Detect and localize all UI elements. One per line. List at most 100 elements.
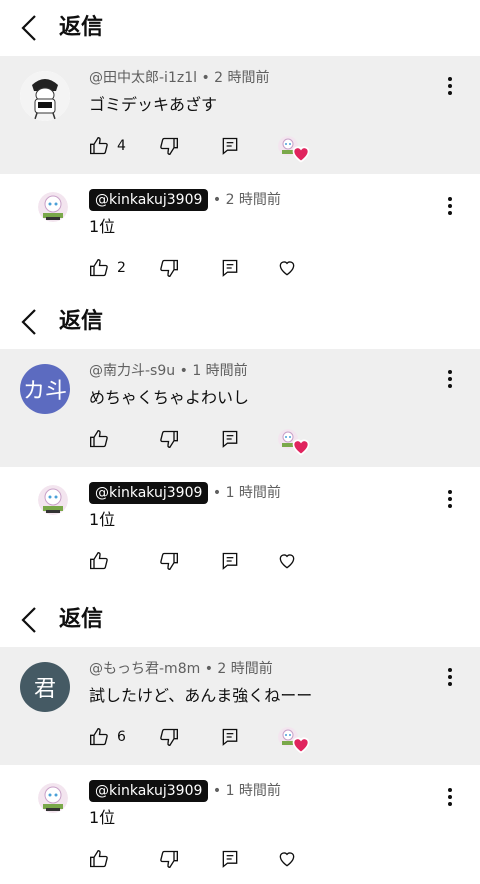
comment-author[interactable]: @もっち君-m8m <box>89 661 200 677</box>
reply-actions <box>89 848 319 870</box>
character-avatar-image <box>20 71 70 121</box>
reply-avatar[interactable] <box>38 192 68 222</box>
avatar-letter: カ斗 <box>22 379 67 404</box>
thumbs-up-icon <box>90 551 108 570</box>
like-button[interactable]: 4 <box>89 135 126 157</box>
separator: • <box>179 363 188 379</box>
reply-author-chip[interactable]: @kinkakuj3909 <box>89 780 209 802</box>
reply-author-chip[interactable]: @kinkakuj3909 <box>89 482 209 504</box>
dislike-button[interactable] <box>159 550 179 572</box>
like-count: 4 <box>117 138 126 154</box>
more-vert-icon[interactable] <box>440 667 460 687</box>
avatar[interactable]: カ斗 <box>20 364 70 414</box>
dislike-button[interactable] <box>159 257 179 279</box>
dislike-button[interactable] <box>159 428 179 450</box>
heart-icon <box>292 146 310 163</box>
dislike-button[interactable] <box>159 135 179 157</box>
reply-time: 2 時間前 <box>225 192 281 208</box>
reply-button[interactable] <box>220 848 240 870</box>
header-title: 返信 <box>59 15 104 40</box>
reply-header: 返信 <box>0 294 480 350</box>
reply-button[interactable] <box>220 726 240 748</box>
dislike-button[interactable] <box>159 726 179 748</box>
chevron-left-icon[interactable] <box>18 13 42 43</box>
reply-icon <box>222 552 238 570</box>
reply-header: 返信 <box>0 0 480 56</box>
separator: • <box>204 661 213 677</box>
reply-avatar[interactable] <box>38 485 68 515</box>
reply-button[interactable] <box>220 550 240 572</box>
reply-icon <box>222 430 238 448</box>
comment-author[interactable]: @南力斗-s9u <box>89 363 175 379</box>
reply-icon <box>222 728 238 746</box>
more-vert-icon[interactable] <box>440 787 460 807</box>
like-button[interactable]: 2 <box>89 257 126 279</box>
heart-button[interactable] <box>277 257 297 279</box>
comment-text: 試したけど、あんま強くねーー <box>89 686 313 705</box>
reply-actions <box>89 550 319 572</box>
character-avatar-image <box>38 783 68 813</box>
comment-author[interactable]: @田中太郎-i1z1l <box>89 70 197 86</box>
reply-button[interactable] <box>220 428 240 450</box>
comment-time: 2 時間前 <box>214 70 270 86</box>
more-vert-icon[interactable] <box>440 489 460 509</box>
reply-meta: @kinkakuj3909 • 2 時間前 <box>89 189 281 211</box>
thumbs-up-icon <box>90 258 108 277</box>
thumbs-up-icon <box>90 136 108 155</box>
reply-button[interactable] <box>220 257 240 279</box>
creator-heart-badge <box>278 428 310 456</box>
chevron-left-icon[interactable] <box>18 605 42 635</box>
like-button[interactable] <box>89 428 117 450</box>
comment-meta: @田中太郎-i1z1l • 2 時間前 <box>89 68 270 88</box>
reply-text: 1位 <box>89 217 116 236</box>
more-vert-icon[interactable] <box>440 196 460 216</box>
thumbs-down-icon <box>160 259 178 278</box>
heart-button[interactable] <box>277 550 297 572</box>
creator-heart-badge <box>278 135 310 163</box>
like-count: 2 <box>117 260 126 276</box>
dislike-button[interactable] <box>159 848 179 870</box>
thumbs-up-icon <box>90 727 108 746</box>
thumbs-down-icon <box>160 430 178 449</box>
reply-author-chip[interactable]: @kinkakuj3909 <box>89 189 209 211</box>
comment-time: 1 時間前 <box>192 363 248 379</box>
more-vert-icon[interactable] <box>440 76 460 96</box>
comment-meta: @もっち君-m8m • 2 時間前 <box>89 659 273 679</box>
reply-icon <box>222 259 238 277</box>
avatar[interactable]: 君 <box>20 662 70 712</box>
avatar-letter: 君 <box>33 677 56 702</box>
chevron-left-icon[interactable] <box>18 307 42 337</box>
thumbs-down-icon <box>160 137 178 156</box>
comment-actions: 4 <box>89 135 319 163</box>
comment-card: 君 @もっち君-m8m • 2 時間前 試したけど、あんま強くねーー 6 <box>0 647 480 765</box>
heart-icon <box>292 439 310 456</box>
thumbs-down-icon <box>160 850 178 869</box>
reply-avatar[interactable] <box>38 783 68 813</box>
avatar[interactable] <box>20 71 70 121</box>
reply-time: 1 時間前 <box>225 783 281 799</box>
more-vert-icon[interactable] <box>440 369 460 389</box>
comment-card: カ斗 @南力斗-s9u • 1 時間前 めちゃくちゃよわいし <box>0 349 480 467</box>
comment-card: @田中太郎-i1z1l • 2 時間前 ゴミデッキあざす 4 <box>0 56 480 174</box>
comment-actions <box>89 428 319 456</box>
reply-text: 1位 <box>89 808 116 827</box>
reply-button[interactable] <box>220 135 240 157</box>
comment-text: ゴミデッキあざす <box>89 95 218 114</box>
like-count: 6 <box>117 729 126 745</box>
heart-icon <box>292 737 310 754</box>
reply-header: 返信 <box>0 592 480 648</box>
comment-meta: @南力斗-s9u • 1 時間前 <box>89 361 248 381</box>
header-title: 返信 <box>59 309 104 334</box>
comment-text: めちゃくちゃよわいし <box>89 388 250 407</box>
like-button[interactable]: 6 <box>89 726 126 748</box>
reply-icon <box>222 850 238 868</box>
heart-icon <box>279 554 295 569</box>
thumbs-down-icon <box>160 552 178 571</box>
separator: • <box>212 485 222 501</box>
heart-button[interactable] <box>277 848 297 870</box>
character-avatar-image <box>38 485 68 515</box>
like-button[interactable] <box>89 848 117 870</box>
separator: • <box>212 783 222 799</box>
reply-card: @kinkakuj3909 • 1 時間前 1位 <box>0 767 480 884</box>
like-button[interactable] <box>89 550 117 572</box>
